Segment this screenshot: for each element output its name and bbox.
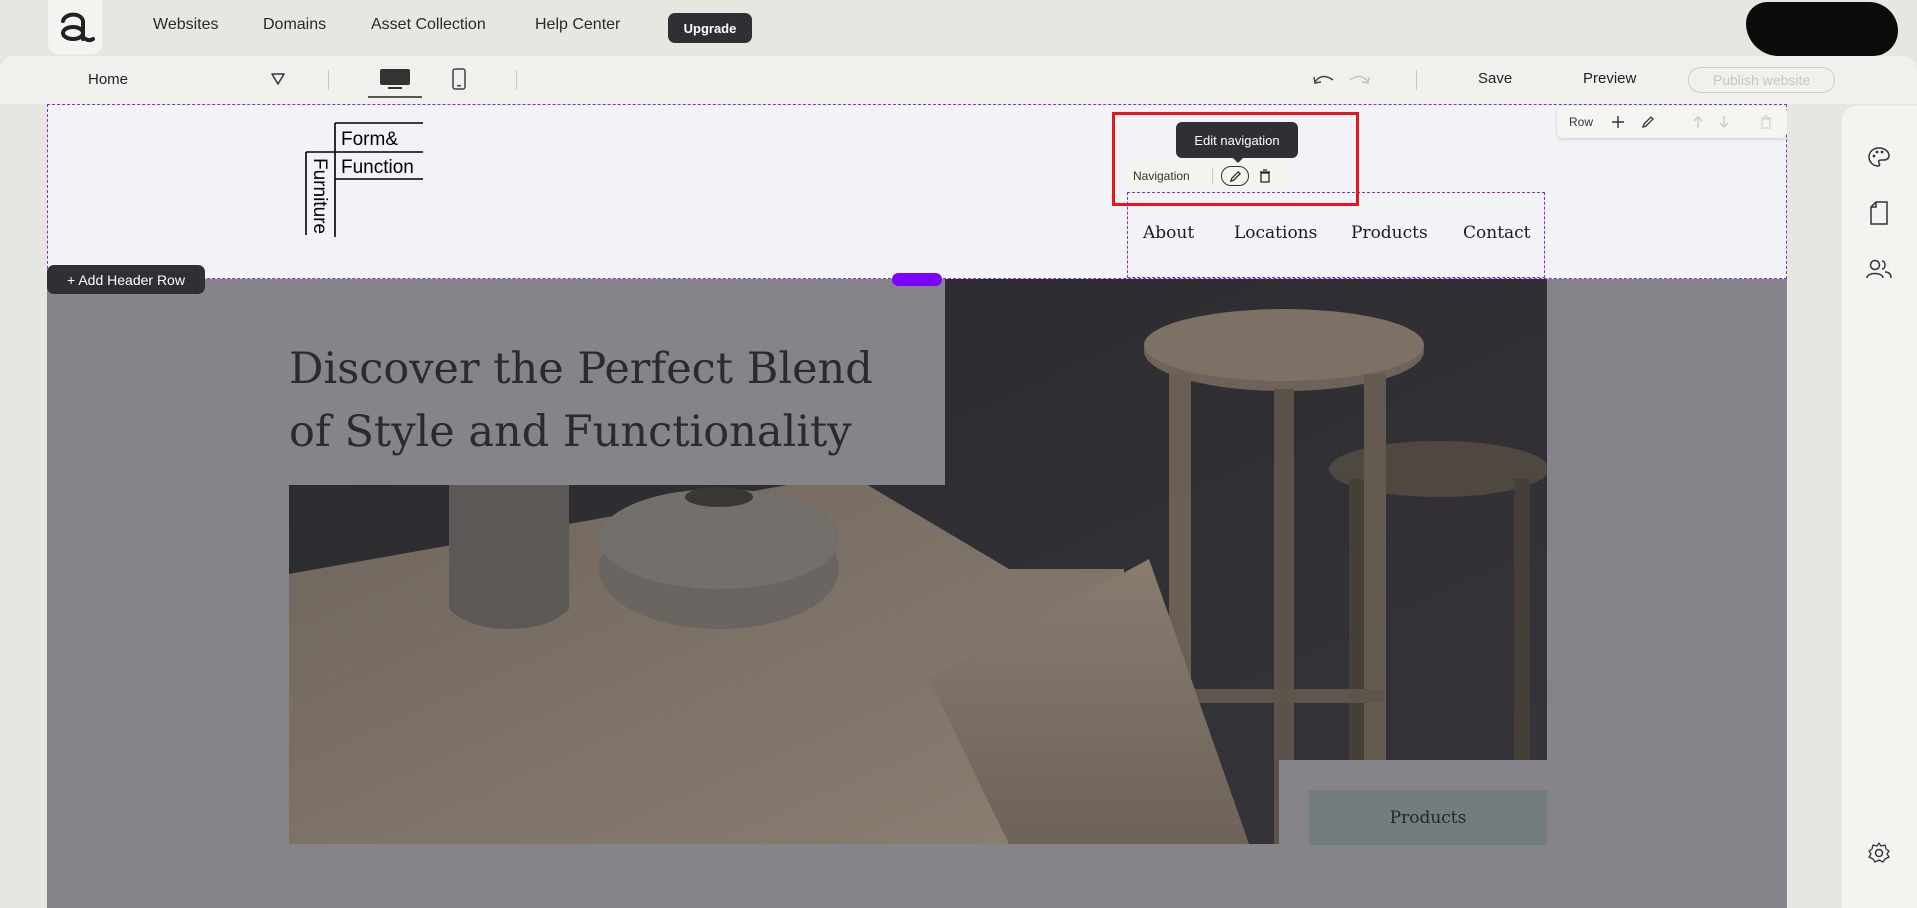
nav-domains[interactable]: Domains xyxy=(263,16,326,34)
desktop-view-toggle[interactable] xyxy=(368,62,422,98)
publish-website-button[interactable]: Publish website xyxy=(1688,67,1835,93)
save-button[interactable]: Save xyxy=(1478,70,1512,87)
row-toolbar-label: Row xyxy=(1569,115,1594,129)
toolbar-divider xyxy=(328,70,329,90)
users-icon[interactable] xyxy=(1866,256,1892,282)
row-toolbar: Row xyxy=(1557,106,1787,138)
toolbar-divider xyxy=(516,70,517,90)
redo-icon[interactable] xyxy=(1347,70,1371,93)
chevron-down-icon[interactable] xyxy=(270,72,286,91)
trash-icon[interactable] xyxy=(1757,113,1775,131)
add-header-row-button[interactable]: + Add Header Row xyxy=(47,265,205,294)
arrow-up-icon[interactable] xyxy=(1689,113,1707,131)
nav-asset-collection[interactable]: Asset Collection xyxy=(371,16,486,34)
page-selector[interactable]: Home xyxy=(88,71,128,88)
editor-logo[interactable] xyxy=(48,0,102,54)
desktop-icon xyxy=(380,69,410,89)
pencil-icon[interactable] xyxy=(1639,113,1657,131)
right-sidebar xyxy=(1842,106,1917,908)
highlight-box xyxy=(1112,112,1359,206)
row-resize-handle[interactable] xyxy=(892,273,942,286)
account-avatar[interactable] xyxy=(1746,2,1898,56)
plus-icon[interactable] xyxy=(1609,113,1627,131)
brand-logo-line-3: Furniture xyxy=(309,158,330,234)
brand-logo[interactable]: Form& Function Furniture xyxy=(305,122,425,237)
nav-link-locations[interactable]: Locations xyxy=(1234,223,1317,243)
toolbar-divider xyxy=(1416,70,1417,90)
top-bar: Websites Domains Asset Collection Help C… xyxy=(0,0,1917,56)
hero-title[interactable]: Discover the Perfect Blend of Style and … xyxy=(289,338,909,464)
mobile-view-toggle[interactable] xyxy=(448,64,470,94)
mobile-icon xyxy=(452,68,466,90)
page-icon[interactable] xyxy=(1866,200,1892,226)
gear-icon[interactable] xyxy=(1866,840,1892,866)
products-button[interactable]: Products xyxy=(1309,790,1547,845)
nav-link-products[interactable]: Products xyxy=(1351,223,1428,243)
preview-button[interactable]: Preview xyxy=(1583,70,1636,87)
nav-websites[interactable]: Websites xyxy=(153,16,219,34)
editor-canvas: Discover the Perfect Blend of Style and … xyxy=(47,104,1787,908)
palette-icon[interactable] xyxy=(1866,144,1892,170)
upgrade-button[interactable]: Upgrade xyxy=(668,13,752,43)
undo-icon[interactable] xyxy=(1312,70,1336,93)
nav-link-contact[interactable]: Contact xyxy=(1463,223,1531,243)
arrow-down-icon[interactable] xyxy=(1715,113,1733,131)
nav-link-about[interactable]: About xyxy=(1143,223,1194,243)
brand-logo-line-1: Form& xyxy=(341,129,398,150)
brand-logo-line-2: Function xyxy=(341,157,414,178)
editor-toolbar: Home Save Preview Publish website xyxy=(0,56,1917,104)
editor-logo-icon xyxy=(61,12,95,43)
nav-help-center[interactable]: Help Center xyxy=(535,16,620,34)
